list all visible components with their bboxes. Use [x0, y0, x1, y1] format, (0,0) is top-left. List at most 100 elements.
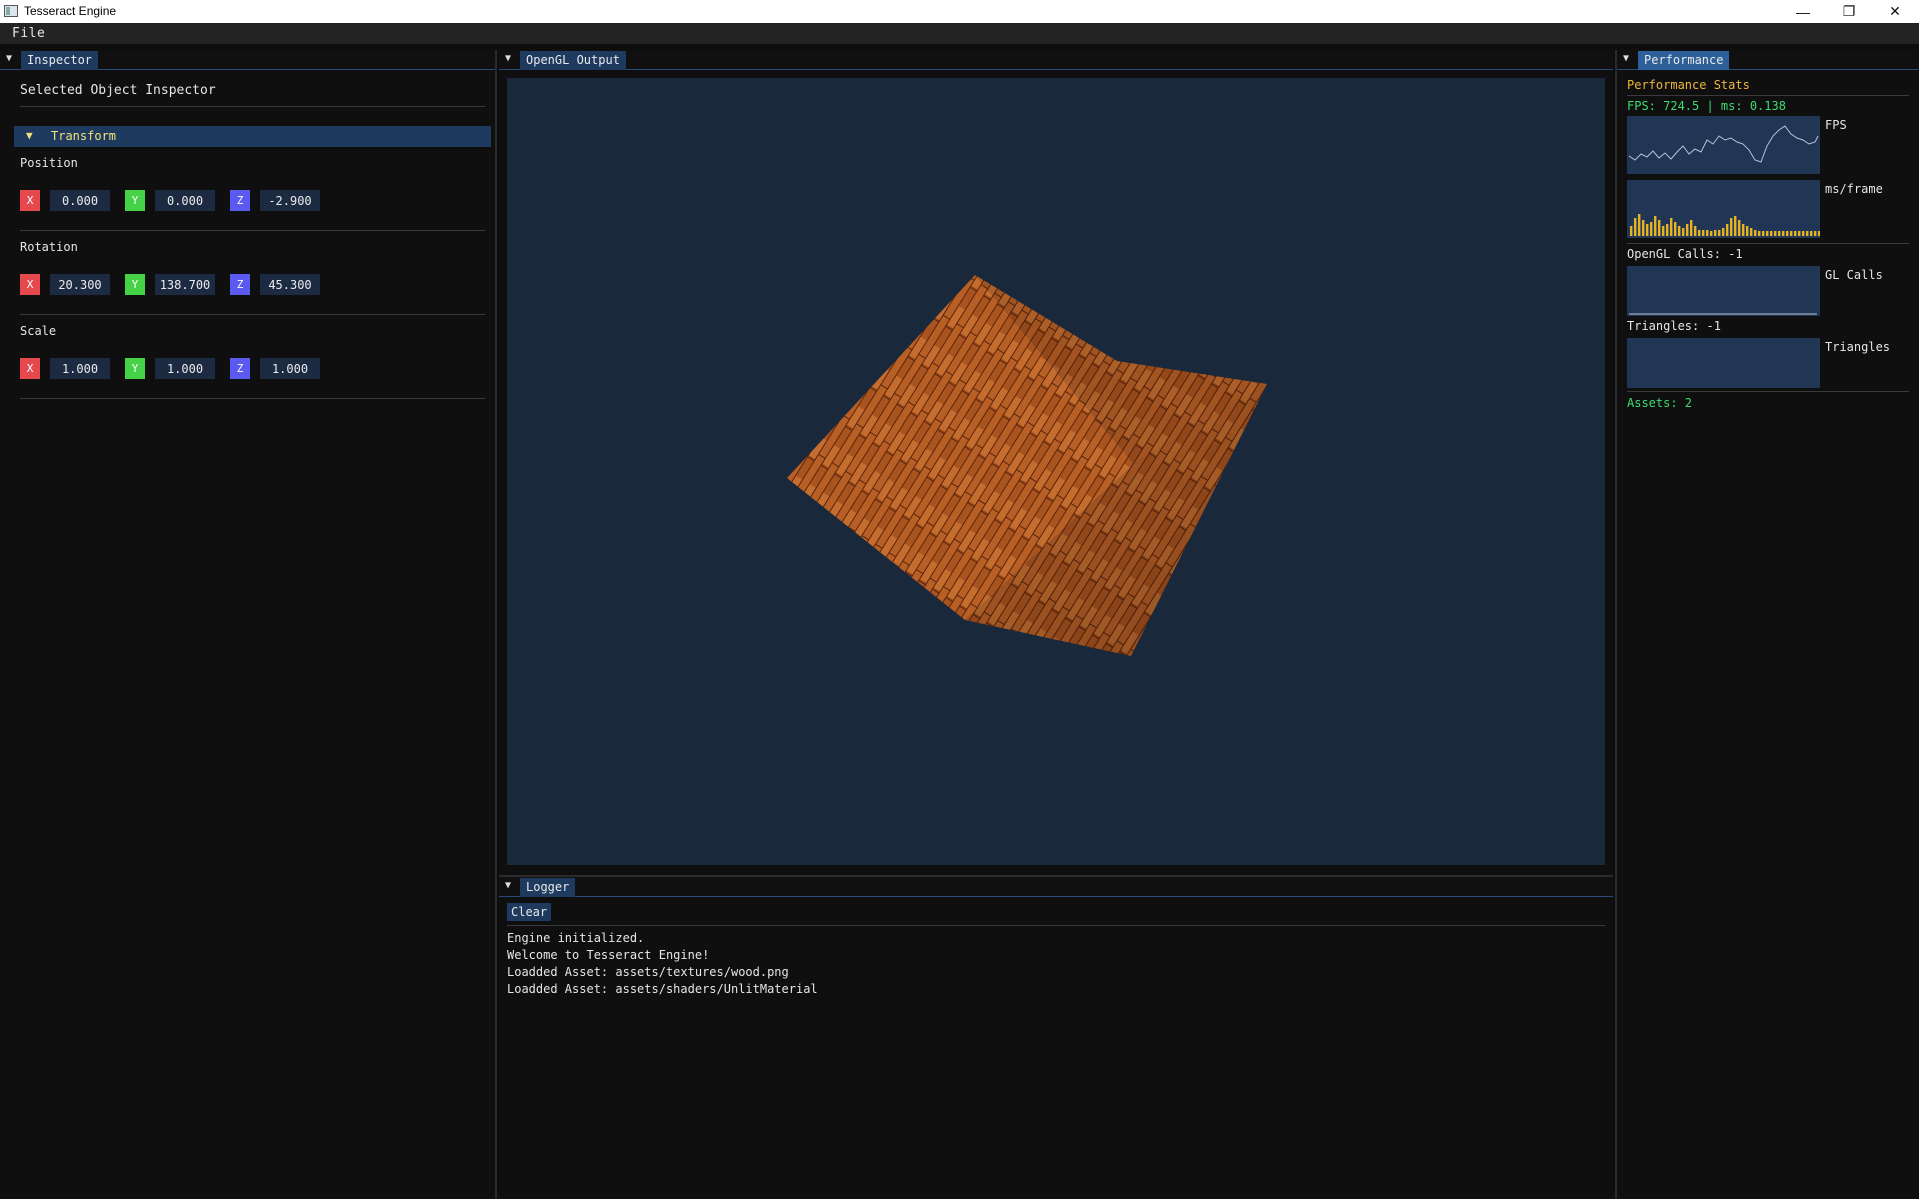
tab-inspector[interactable]: Inspector [21, 51, 99, 70]
ms-frame-bar [1650, 222, 1653, 236]
triangles-graph [1627, 338, 1820, 388]
scale-y-field[interactable]: 1.000 [155, 358, 215, 379]
fps-readout: FPS: 724.5 | ms: 0.138 [1627, 99, 1786, 113]
fps-graph [1627, 116, 1820, 174]
ms-frame-bar [1754, 230, 1757, 236]
ms-frame-bar [1786, 231, 1789, 236]
position-y-badge: Y [125, 190, 145, 211]
ms-frame-bar [1654, 216, 1657, 236]
ms-frame-bar [1762, 231, 1765, 236]
performance-panel: ▼ Performance Performance Stats FPS: 724… [1615, 50, 1919, 1199]
collapse-icon[interactable]: ▼ [505, 880, 517, 894]
ms-frame-bar [1630, 226, 1633, 236]
menu-bar: File [0, 23, 1919, 44]
ms-frame-bar [1738, 220, 1741, 236]
ms-frame-bar [1750, 228, 1753, 236]
logger-header: ▼ Logger [499, 877, 1613, 897]
ms-frame-bar [1702, 230, 1705, 236]
ms-frame-bar [1774, 231, 1777, 236]
ms-frame-bar [1814, 231, 1817, 236]
position-y-field[interactable]: 0.000 [155, 190, 215, 211]
ms-frame-bar [1726, 224, 1729, 236]
menu-file[interactable]: File [12, 26, 45, 41]
position-label: Position [20, 156, 78, 170]
ms-frame-bar [1782, 231, 1785, 236]
ms-frame-bar [1718, 230, 1721, 236]
ms-frame-bar [1670, 218, 1673, 236]
position-x-field[interactable]: 0.000 [50, 190, 110, 211]
scale-label: Scale [20, 324, 57, 338]
tab-opengl-output[interactable]: OpenGL Output [520, 51, 626, 70]
log-line: Loadded Asset: assets/shaders/UnlitMater… [507, 982, 818, 996]
rotation-x-badge: X [20, 274, 40, 295]
ms-frame-bar [1658, 220, 1661, 236]
rotation-y-field[interactable]: 138.700 [155, 274, 215, 295]
triangles-graph-label: Triangles [1825, 340, 1891, 354]
ms-frame-bar [1666, 224, 1669, 236]
ms-frame-bar [1698, 230, 1701, 236]
ms-frame-bar [1714, 230, 1717, 236]
divider [20, 398, 485, 399]
chevron-down-icon: ▼ [26, 129, 33, 142]
ms-frame-bar [1778, 231, 1781, 236]
log-line: Engine initialized. [507, 931, 645, 945]
rotation-x-field[interactable]: 20.300 [50, 274, 110, 295]
performance-header: ▼ Performance [1617, 50, 1919, 70]
scale-z-field[interactable]: 1.000 [260, 358, 320, 379]
opengl-output-panel: ▼ OpenGL Output [499, 50, 1613, 873]
ms-frame-bar [1806, 231, 1809, 236]
ms-frame-graph-label: ms/frame [1825, 182, 1883, 196]
opengl-viewport[interactable] [507, 78, 1605, 865]
scale-x-field[interactable]: 1.000 [50, 358, 110, 379]
log-line: Welcome to Tesseract Engine! [507, 948, 710, 962]
scale-x-badge: X [20, 358, 40, 379]
ms-frame-bar [1662, 226, 1665, 236]
ms-frame-bar [1710, 231, 1713, 236]
ms-frame-bar [1818, 231, 1821, 236]
scale-z-badge: Z [230, 358, 250, 379]
collapse-icon[interactable]: ▼ [505, 53, 517, 67]
ms-frame-bar [1758, 231, 1761, 236]
gl-calls-readout: OpenGL Calls: -1 [1627, 247, 1743, 261]
ms-frame-bar [1678, 226, 1681, 236]
assets-count: Assets: 2 [1627, 396, 1693, 410]
rotation-y-badge: Y [125, 274, 145, 295]
transform-label: Transform [51, 129, 117, 143]
ms-frame-bar [1766, 231, 1769, 236]
collapse-icon[interactable]: ▼ [6, 53, 18, 67]
window-titlebar: Tesseract Engine — ❐ ✕ [0, 0, 1919, 23]
rotation-z-field[interactable]: 45.300 [260, 274, 320, 295]
triangles-readout: Triangles: -1 [1627, 319, 1721, 333]
ms-frame-bar [1674, 222, 1677, 236]
logger-panel: ▼ Logger Clear Engine initialized. Welco… [499, 875, 1613, 1199]
window-title: Tesseract Engine [24, 4, 117, 18]
collapse-icon[interactable]: ▼ [1623, 53, 1635, 67]
close-button[interactable]: ✕ [1872, 0, 1918, 23]
ms-frame-bar [1790, 231, 1793, 236]
scale-y-badge: Y [125, 358, 145, 379]
tab-logger[interactable]: Logger [520, 878, 576, 897]
ms-frame-bar [1706, 230, 1709, 236]
performance-title: Performance Stats [1627, 78, 1750, 92]
gl-calls-plot [1629, 313, 1817, 315]
gl-calls-graph-label: GL Calls [1825, 268, 1883, 282]
minimize-button[interactable]: — [1780, 0, 1826, 23]
ms-frame-bar-plot [1630, 214, 1821, 236]
transform-section-header[interactable]: ▼ Transform [14, 126, 491, 147]
ms-frame-bar [1810, 231, 1813, 236]
ms-frame-graph [1627, 180, 1821, 238]
wood-cube-render [787, 275, 1267, 656]
tab-performance[interactable]: Performance [1638, 51, 1730, 70]
position-x-badge: X [20, 190, 40, 211]
log-output: Engine initialized. Welcome to Tesseract… [507, 930, 818, 998]
opengl-output-header: ▼ OpenGL Output [499, 50, 1613, 70]
clear-button[interactable]: Clear [507, 903, 552, 921]
position-z-field[interactable]: -2.900 [260, 190, 320, 211]
ms-frame-bar [1770, 231, 1773, 236]
maximize-button[interactable]: ❐ [1826, 0, 1872, 23]
ms-frame-bar [1682, 228, 1685, 236]
fps-line-plot [1628, 125, 1819, 163]
divider [20, 106, 485, 107]
ms-frame-bar [1634, 218, 1637, 236]
rotation-z-badge: Z [230, 274, 250, 295]
